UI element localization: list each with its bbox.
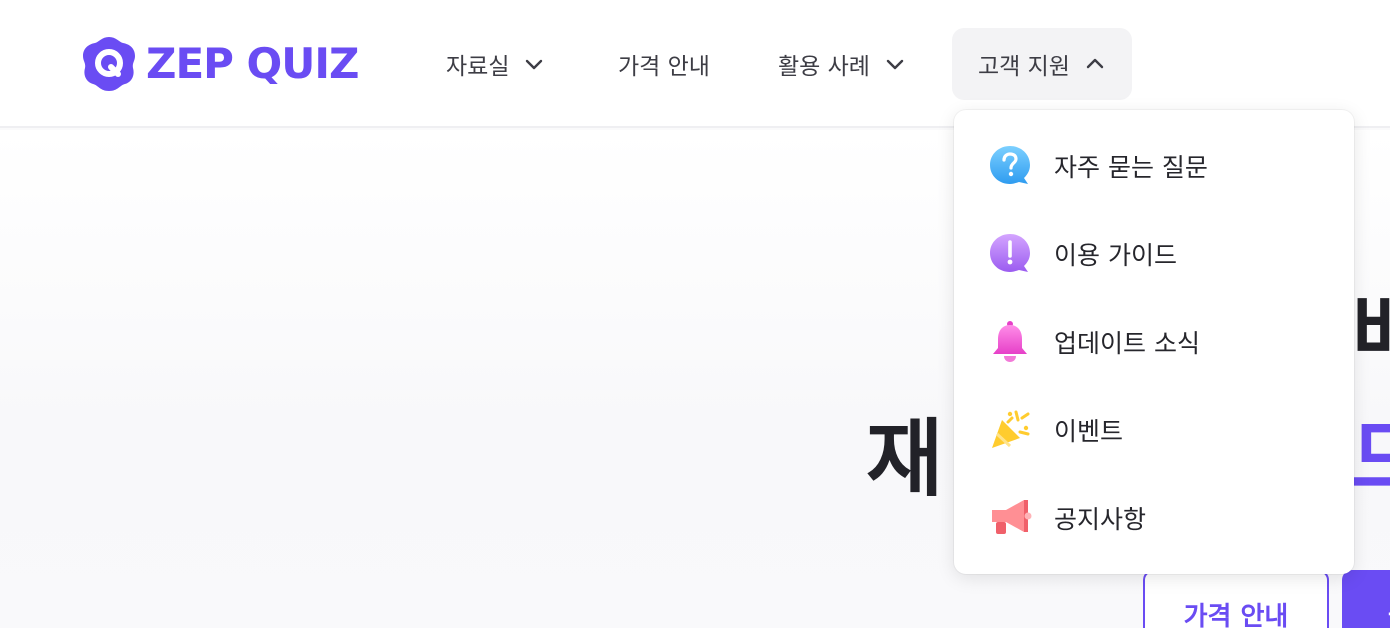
hero-heading-line1: 배 xyxy=(1352,266,1390,387)
question-bubble-icon xyxy=(990,146,1030,184)
nav-label: 고객 지원 xyxy=(978,54,1070,80)
menu-item-label: 공지사항 xyxy=(1054,505,1147,534)
menu-item-label: 이용 가이드 xyxy=(1054,241,1177,270)
logo-text: ZEP QUIZ xyxy=(146,39,359,88)
megaphone-icon xyxy=(992,500,1032,534)
menu-item-faq[interactable]: 자주 묻는 질문 xyxy=(988,142,1208,190)
exclamation-bubble-icon xyxy=(990,234,1030,272)
top-header: ZEP QUIZ 자료실 가격 안내 활용 사례 고객 지원 xyxy=(0,0,1390,128)
nav-label: 가격 안내 xyxy=(618,54,710,80)
support-dropdown-menu: 자주 묻는 질문 이용 가이드 업데이트 소식 이벤트 공지사항 xyxy=(954,110,1354,574)
menu-item-label: 업데이트 소식 xyxy=(1054,329,1200,358)
pricing-button[interactable]: 가격 안내 xyxy=(1143,570,1329,628)
nav-label: 자료실 xyxy=(446,54,510,80)
free-start-button[interactable]: 무 xyxy=(1342,570,1390,628)
nav-item-use-cases[interactable]: 활용 사례 xyxy=(778,28,906,100)
logo-icon xyxy=(83,37,135,91)
chevron-down-icon xyxy=(526,59,543,70)
bell-icon xyxy=(993,321,1027,362)
nav-item-pricing[interactable]: 가격 안내 xyxy=(618,28,710,100)
chevron-up-icon xyxy=(1086,58,1104,69)
menu-item-events[interactable]: 이벤트 xyxy=(988,406,1123,454)
zep-quiz-logo[interactable]: ZEP QUIZ xyxy=(80,34,359,94)
hero-heading-line2: 재 xyxy=(866,410,944,508)
menu-item-guide[interactable]: 이용 가이드 xyxy=(988,230,1177,278)
nav-item-support[interactable]: 고객 지원 xyxy=(952,28,1132,100)
party-popper-icon xyxy=(992,410,1030,448)
hero-heading-highlight: 드 xyxy=(1350,410,1390,508)
menu-item-label: 이벤트 xyxy=(1054,417,1124,446)
menu-item-label: 자주 묻는 질문 xyxy=(1054,153,1208,182)
nav-label: 활용 사례 xyxy=(778,54,870,80)
nav-item-resources[interactable]: 자료실 xyxy=(446,28,545,100)
chevron-down-icon xyxy=(886,59,904,70)
menu-item-updates[interactable]: 업데이트 소식 xyxy=(988,318,1200,366)
menu-item-notices[interactable]: 공지사항 xyxy=(988,494,1146,542)
